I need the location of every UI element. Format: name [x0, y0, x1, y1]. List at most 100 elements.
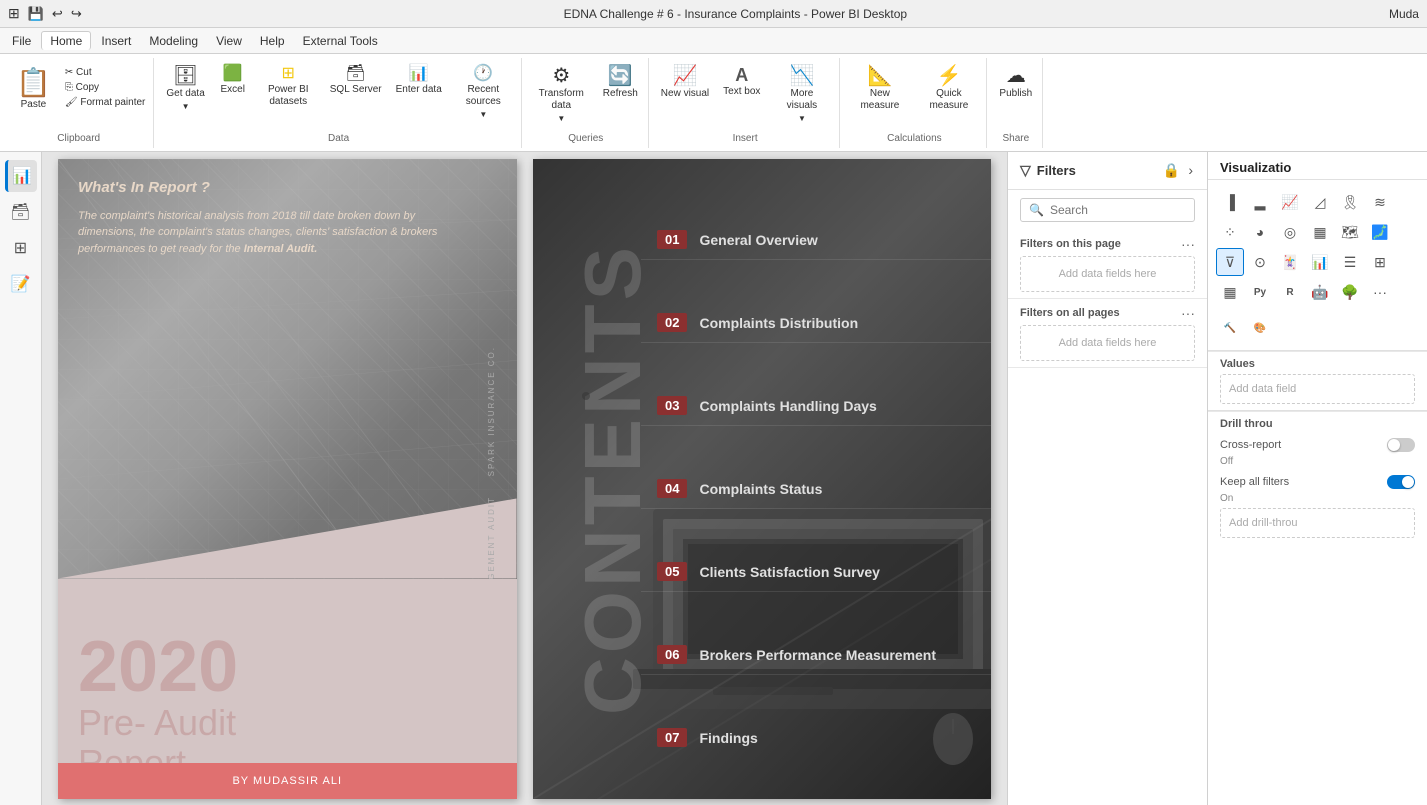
nav-data-icon[interactable]: 🗃: [5, 196, 37, 228]
viz-build-icon[interactable]: 🔨: [1216, 314, 1244, 342]
format-painter-button[interactable]: 🖌 Format painter: [61, 96, 150, 109]
filters-search-box[interactable]: 🔍: [1020, 198, 1195, 222]
paste-button[interactable]: 📋 Paste: [8, 62, 59, 114]
viz-values-section: Values Add data field: [1208, 351, 1427, 410]
quick-measure-button[interactable]: ⚡ Quick measure: [915, 62, 982, 116]
quick-measure-icon: ⚡: [936, 66, 961, 86]
share-group-label: Share: [993, 131, 1038, 148]
enter-data-button[interactable]: 📊 Enter data: [390, 62, 448, 100]
viz-card-icon[interactable]: 🃏: [1276, 248, 1304, 276]
filters-on-this-page-label: Filters on this page: [1020, 238, 1121, 250]
viz-keep-all-filters-toggle[interactable]: [1387, 475, 1415, 489]
more-visuals-button[interactable]: 📉 More visuals ▼: [768, 62, 835, 127]
filters-on-this-page-header: Filters on this page ···: [1020, 236, 1195, 252]
viz-values-drop-zone[interactable]: Add data field: [1220, 374, 1415, 404]
refresh-button[interactable]: 🔄 Refresh: [597, 62, 644, 104]
filters-controls: 🔒 ›: [1161, 160, 1195, 181]
cut-icon: ✂: [65, 67, 73, 78]
filter-expand-button[interactable]: ›: [1186, 160, 1195, 181]
nav-report-icon[interactable]: 📊: [5, 160, 37, 192]
viz-waterfall-icon[interactable]: ≋: [1366, 188, 1394, 216]
nav-dax-icon[interactable]: 📝: [5, 268, 37, 300]
viz-column-chart-icon[interactable]: ▂: [1246, 188, 1274, 216]
viz-pie-chart-icon[interactable]: ◕: [1246, 218, 1274, 246]
viz-drill-through-drop-zone[interactable]: Add drill-throu: [1220, 508, 1415, 538]
canvas-area[interactable]: What's In Report ? The complaint's histo…: [42, 152, 1007, 805]
filters-on-all-pages-drop-zone[interactable]: Add data fields here: [1020, 325, 1195, 361]
viz-cross-report-toggle[interactable]: [1387, 438, 1415, 452]
cover-year: 2020: [78, 631, 497, 703]
redo-icon[interactable]: ↪: [71, 6, 82, 22]
menu-insert[interactable]: Insert: [93, 32, 139, 50]
data-group-label: Data: [160, 131, 516, 148]
paste-icon: 📋: [16, 66, 51, 99]
copy-button[interactable]: ⎘ Copy: [61, 81, 150, 94]
filters-on-all-pages-more[interactable]: ···: [1181, 305, 1195, 321]
cut-label: Cut: [76, 67, 92, 78]
viz-treemap-icon[interactable]: ▦: [1306, 218, 1334, 246]
viz-slicer-icon[interactable]: ☰: [1336, 248, 1364, 276]
viz-kpi-icon[interactable]: 📊: [1306, 248, 1334, 276]
undo-icon[interactable]: ↩: [52, 6, 63, 22]
menu-external-tools[interactable]: External Tools: [295, 32, 386, 50]
filters-search-input[interactable]: [1050, 203, 1186, 217]
viz-scatter-icon[interactable]: ⁘: [1216, 218, 1244, 246]
viz-table-icon[interactable]: ⊞: [1366, 248, 1394, 276]
contents-label-06: Brokers Performance Measurement: [699, 647, 936, 663]
new-measure-icon: 📐: [867, 66, 892, 86]
sql-server-icon: 🗃: [346, 66, 366, 82]
more-visuals-dropdown-icon: ▼: [798, 114, 806, 123]
viz-matrix-icon[interactable]: ▦: [1216, 278, 1244, 306]
cover-report-question: What's In Report ?: [78, 179, 457, 196]
viz-drill-through-section: Drill throu Cross-report Off Keep all fi…: [1208, 411, 1427, 544]
filters-title: ▽ Filters: [1020, 162, 1076, 179]
save-icon[interactable]: 💾: [28, 6, 44, 22]
cut-button[interactable]: ✂ Cut: [61, 66, 150, 79]
viz-more-icon[interactable]: ···: [1366, 278, 1394, 306]
contents-label-05: Clients Satisfaction Survey: [699, 564, 880, 580]
ribbon-clipboard-buttons: 📋 Paste ✂ Cut ⎘ Copy 🖌 Format painter: [8, 58, 149, 131]
sql-server-button[interactable]: 🗃 SQL Server: [324, 62, 388, 100]
enter-data-label: Enter data: [396, 84, 442, 96]
power-bi-datasets-button[interactable]: ⊞ Power BI datasets: [255, 62, 322, 112]
filters-on-this-page-drop-zone[interactable]: Add data fields here: [1020, 256, 1195, 292]
viz-r-visual-icon[interactable]: Py: [1246, 278, 1274, 306]
viz-python-icon[interactable]: R: [1276, 278, 1304, 306]
viz-donut-icon[interactable]: ◎: [1276, 218, 1304, 246]
filter-icon: ▽: [1020, 162, 1031, 179]
recent-sources-button[interactable]: 🕐 Recent sources ▼: [450, 62, 517, 123]
viz-ai-icon[interactable]: 🤖: [1306, 278, 1334, 306]
quick-measure-label: Quick measure: [921, 88, 976, 112]
power-bi-datasets-label: Power BI datasets: [261, 84, 316, 108]
menu-modeling[interactable]: Modeling: [141, 32, 206, 50]
nav-model-icon[interactable]: ⊞: [5, 232, 37, 264]
viz-bar-chart-icon[interactable]: ▐: [1216, 188, 1244, 216]
viz-line-chart-icon[interactable]: 📈: [1276, 188, 1304, 216]
text-box-button[interactable]: A Text box: [717, 62, 766, 102]
menu-help[interactable]: Help: [252, 32, 293, 50]
excel-button[interactable]: 🟩 Excel: [213, 62, 253, 100]
queries-group-label: Queries: [528, 131, 644, 148]
viz-format-icon[interactable]: 🎨: [1246, 314, 1274, 342]
new-measure-button[interactable]: 📐 New measure: [846, 62, 913, 116]
viz-gauge-icon[interactable]: ⊙: [1246, 248, 1274, 276]
publish-button[interactable]: ☁ Publish: [993, 62, 1038, 104]
contents-label-04: Complaints Status: [699, 481, 822, 497]
viz-filled-map-icon[interactable]: 🗾: [1366, 218, 1394, 246]
filters-on-this-page-more[interactable]: ···: [1181, 236, 1195, 252]
new-visual-icon: 📈: [673, 66, 698, 86]
new-visual-button[interactable]: 📈 New visual: [655, 62, 715, 104]
ribbon-group-share: ☁ Publish Share: [989, 58, 1043, 148]
viz-area-chart-icon[interactable]: ◿: [1306, 188, 1334, 216]
filters-on-all-pages-section: Filters on all pages ··· Add data fields…: [1008, 299, 1207, 368]
menu-home[interactable]: Home: [41, 31, 91, 50]
viz-decomp-tree-icon[interactable]: 🌳: [1336, 278, 1364, 306]
filter-lock-button[interactable]: 🔒: [1161, 160, 1182, 181]
transform-data-button[interactable]: ⚙ Transform data ▼: [528, 62, 595, 127]
get-data-button[interactable]: 🗄 Get data ▼: [160, 62, 210, 115]
viz-funnel-icon[interactable]: ⊽: [1216, 248, 1244, 276]
viz-ribbon-chart-icon[interactable]: 🎗: [1336, 188, 1364, 216]
menu-file[interactable]: File: [4, 32, 39, 50]
viz-map-icon[interactable]: 🗺: [1336, 218, 1364, 246]
menu-view[interactable]: View: [208, 32, 250, 50]
